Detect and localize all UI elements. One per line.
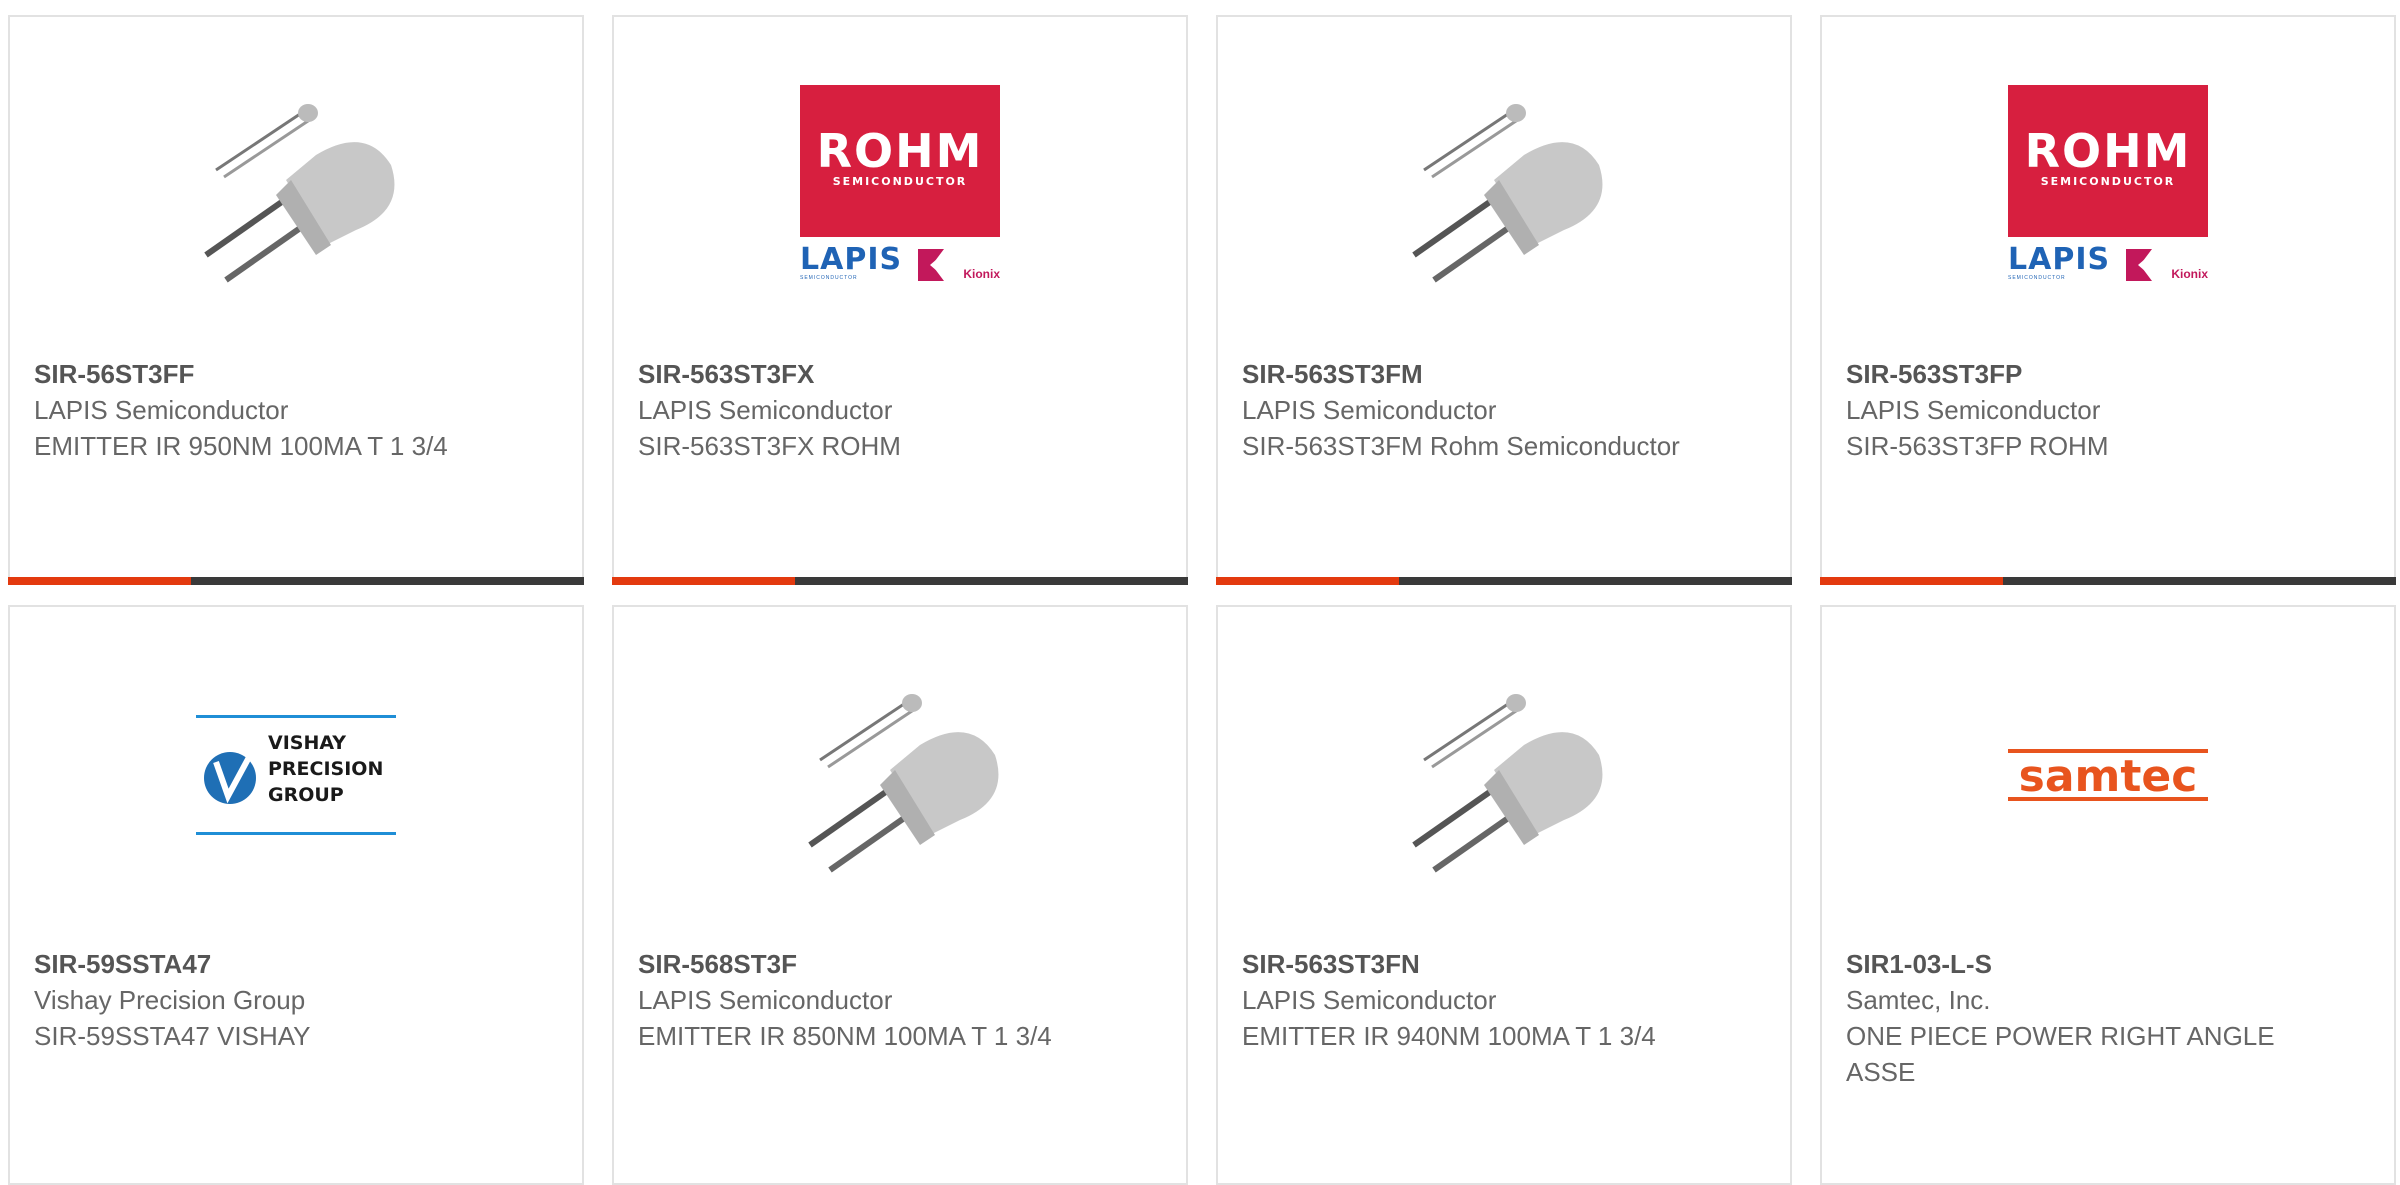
- rohm-word: ROHM: [816, 124, 984, 178]
- accent-bar: [612, 577, 795, 585]
- manufacturer: LAPIS Semiconductor: [638, 395, 893, 425]
- product-card[interactable]: ROHM SEMICONDUCTOR LAPIS SEMICONDUCTOR K…: [612, 15, 1188, 585]
- kionix-mark-icon: [2126, 249, 2152, 281]
- description: ONE PIECE POWER RIGHT ANGLE ASSE: [1846, 1021, 2275, 1087]
- description: SIR-563ST3FP ROHM: [1846, 431, 2109, 461]
- part-number[interactable]: SIR-563ST3FX: [638, 356, 1162, 392]
- accent-bar: [1820, 577, 2003, 585]
- lapis-word: LAPIS: [2008, 242, 2111, 277]
- rohm-logo: ROHM SEMICONDUCTOR: [2008, 85, 2208, 237]
- accent-bar: [1216, 577, 1399, 585]
- ir-led-photo-icon: [808, 694, 999, 873]
- card-bottom-bar: [1820, 577, 2396, 585]
- product-text: SIR-563ST3FM LAPIS Semiconductor SIR-563…: [1242, 356, 1766, 464]
- rohm-lapis-logo-icon: ROHM SEMICONDUCTOR LAPIS SEMICONDUCTOR K…: [2008, 85, 2208, 285]
- description: EMITTER IR 850NM 100MA T 1 3/4: [638, 1021, 1052, 1051]
- card-bottom-bar: [612, 577, 1188, 585]
- rohm-word: ROHM: [2024, 124, 2192, 178]
- card-bottom-bar: [8, 577, 584, 585]
- rohm-lapis-logo-icon: ROHM SEMICONDUCTOR LAPIS SEMICONDUCTOR K…: [800, 85, 1000, 285]
- vishay-line3: GROUP: [268, 784, 344, 806]
- vishay-mark-icon: [204, 746, 257, 804]
- product-card[interactable]: ROHM SEMICONDUCTOR LAPIS SEMICONDUCTOR K…: [1820, 15, 2396, 585]
- description: EMITTER IR 950NM 100MA T 1 3/4: [34, 431, 448, 461]
- manufacturer: Vishay Precision Group: [34, 985, 306, 1015]
- part-number[interactable]: SIR-563ST3FM: [1242, 356, 1766, 392]
- lapis-logo: LAPIS SEMICONDUCTOR: [2008, 242, 2111, 285]
- product-card[interactable]: VISHAY PRECISION GROUP SIR-59SSTA47 Vish…: [8, 605, 584, 1185]
- product-card[interactable]: SIR-563ST3FN LAPIS Semiconductor EMITTER…: [1216, 605, 1792, 1185]
- part-number[interactable]: SIR-56ST3FF: [34, 356, 558, 392]
- rohm-logo: ROHM SEMICONDUCTOR: [800, 85, 1000, 237]
- description: SIR-563ST3FM Rohm Semiconductor: [1242, 431, 1680, 461]
- manufacturer: LAPIS Semiconductor: [1242, 395, 1497, 425]
- description: SIR-59SSTA47 VISHAY: [34, 1021, 311, 1051]
- part-number[interactable]: SIR1-03-L-S: [1846, 946, 2370, 982]
- samtec-logo-icon: samtec: [2008, 749, 2208, 802]
- samtec-word: samtec: [2019, 751, 2198, 802]
- card-bottom-bar: [1216, 577, 1792, 585]
- part-number[interactable]: SIR-563ST3FP: [1846, 356, 2370, 392]
- product-text: SIR1-03-L-S Samtec, Inc. ONE PIECE POWER…: [1846, 946, 2370, 1090]
- product-text: SIR-563ST3FP LAPIS Semiconductor SIR-563…: [1846, 356, 2370, 464]
- kionix-mark-icon: [918, 249, 944, 281]
- kionix-logo: Kionix: [914, 247, 1000, 283]
- product-grid: SIR-56ST3FF LAPIS Semiconductor EMITTER …: [0, 0, 2400, 1185]
- manufacturer: Samtec, Inc.: [1846, 985, 1991, 1015]
- lapis-word: LAPIS: [800, 242, 903, 277]
- product-image[interactable]: [1404, 85, 1604, 285]
- product-card[interactable]: SIR-568ST3F LAPIS Semiconductor EMITTER …: [612, 605, 1188, 1185]
- ir-led-photo-icon: [1412, 104, 1603, 283]
- product-card[interactable]: samtec SIR1-03-L-S Samtec, Inc. ONE PIEC…: [1820, 605, 2396, 1185]
- manufacturer: LAPIS Semiconductor: [638, 985, 893, 1015]
- vishay-logo-icon: VISHAY PRECISION GROUP: [196, 715, 396, 835]
- manufacturer: LAPIS Semiconductor: [1846, 395, 2101, 425]
- kionix-logo: Kionix: [2122, 247, 2208, 283]
- description: EMITTER IR 940NM 100MA T 1 3/4: [1242, 1021, 1656, 1051]
- vishay-text: VISHAY PRECISION GROUP: [268, 730, 383, 808]
- product-text: SIR-563ST3FN LAPIS Semiconductor EMITTER…: [1242, 946, 1766, 1054]
- product-image[interactable]: ROHM SEMICONDUCTOR LAPIS SEMICONDUCTOR K…: [800, 85, 1000, 285]
- kionix-word: Kionix: [2171, 267, 2208, 281]
- vishay-line2: PRECISION: [268, 758, 384, 780]
- part-number[interactable]: SIR-59SSTA47: [34, 946, 558, 982]
- product-image[interactable]: ROHM SEMICONDUCTOR LAPIS SEMICONDUCTOR K…: [2008, 85, 2208, 285]
- part-number[interactable]: SIR-563ST3FN: [1242, 946, 1766, 982]
- manufacturer: LAPIS Semiconductor: [34, 395, 289, 425]
- accent-bar: [8, 577, 191, 585]
- ir-led-photo-icon: [204, 104, 395, 283]
- manufacturer: LAPIS Semiconductor: [1242, 985, 1497, 1015]
- product-card[interactable]: SIR-56ST3FF LAPIS Semiconductor EMITTER …: [8, 15, 584, 585]
- product-image[interactable]: [1404, 675, 1604, 875]
- product-text: SIR-56ST3FF LAPIS Semiconductor EMITTER …: [34, 356, 558, 464]
- product-image[interactable]: [196, 85, 396, 285]
- product-card[interactable]: SIR-563ST3FM LAPIS Semiconductor SIR-563…: [1216, 15, 1792, 585]
- vishay-line1: VISHAY: [268, 732, 347, 754]
- product-image[interactable]: samtec: [2008, 675, 2208, 875]
- product-image[interactable]: [800, 675, 1000, 875]
- product-text: SIR-568ST3F LAPIS Semiconductor EMITTER …: [638, 946, 1162, 1054]
- product-text: SIR-59SSTA47 Vishay Precision Group SIR-…: [34, 946, 558, 1054]
- lapis-logo: LAPIS SEMICONDUCTOR: [800, 242, 903, 285]
- description: SIR-563ST3FX ROHM: [638, 431, 901, 461]
- kionix-word: Kionix: [963, 267, 1000, 281]
- part-number[interactable]: SIR-568ST3F: [638, 946, 1162, 982]
- product-image[interactable]: VISHAY PRECISION GROUP: [196, 675, 396, 875]
- ir-led-photo-icon: [1412, 694, 1603, 873]
- product-text: SIR-563ST3FX LAPIS Semiconductor SIR-563…: [638, 356, 1162, 464]
